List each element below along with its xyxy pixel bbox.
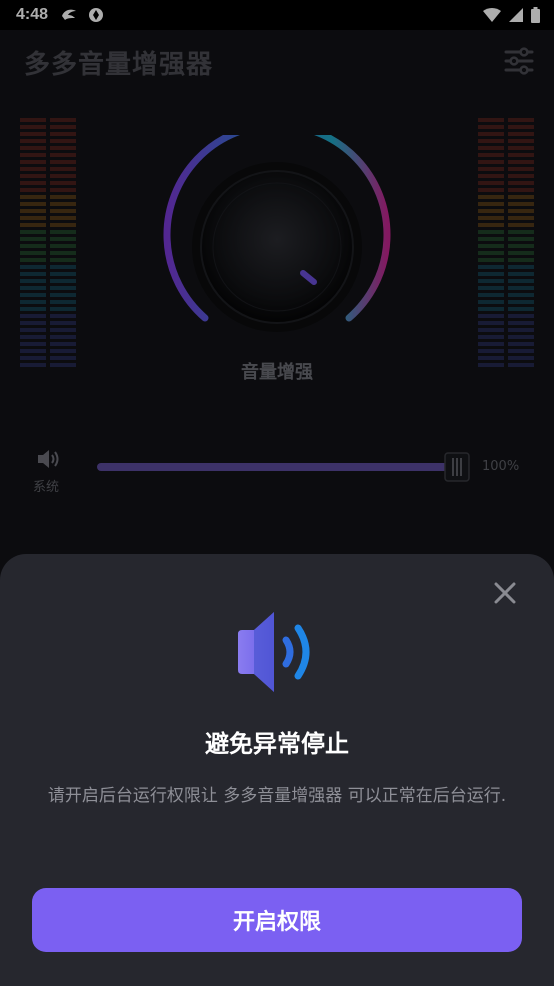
dialog-title: 避免异常停止 [205,730,349,758]
enable-permission-button[interactable]: 开启权限 [32,888,522,952]
close-icon[interactable] [492,580,518,606]
speaker-icon [238,612,310,692]
dialog-description: 请开启后台运行权限让 多多音量增强器 可以正常在后台运行. [47,786,507,806]
permission-bottom-sheet: 避免异常停止 请开启后台运行权限让 多多音量增强器 可以正常在后台运行. 开启权… [0,554,554,986]
